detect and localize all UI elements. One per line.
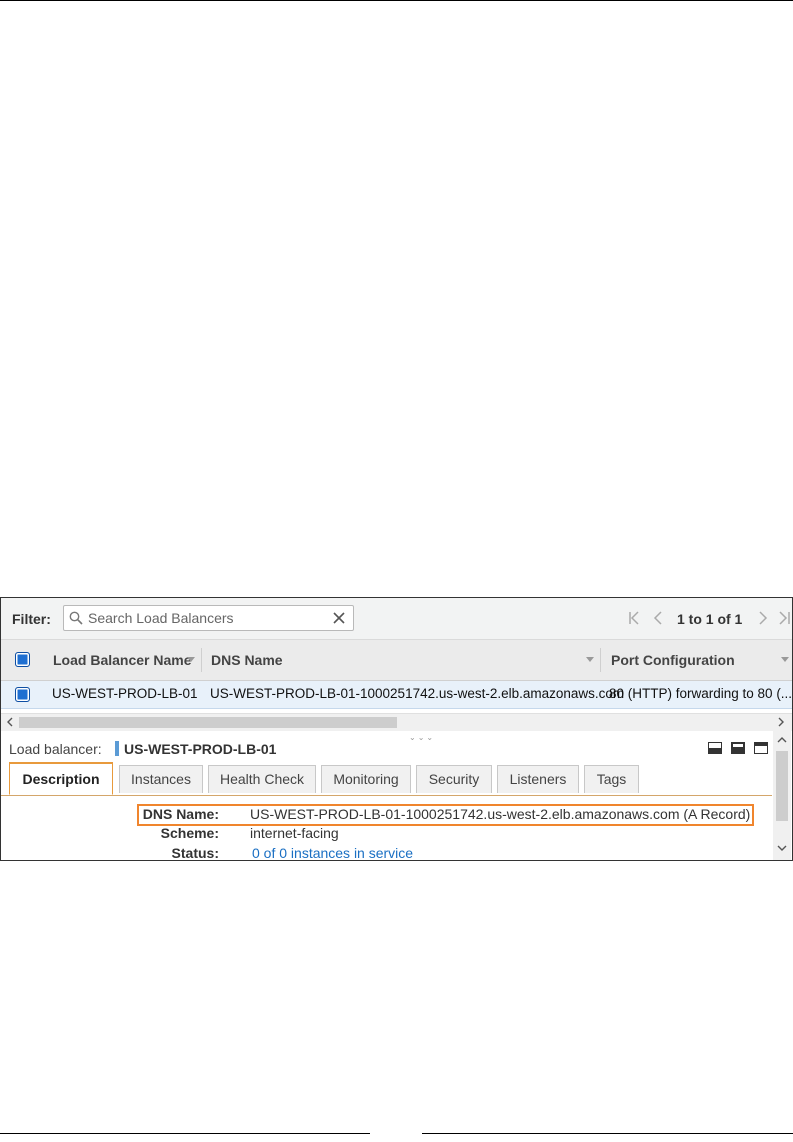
tab-description[interactable]: Description xyxy=(9,762,113,795)
table-row[interactable]: US-WEST-PROD-LB-01 US-WEST-PROD-LB-01-10… xyxy=(1,681,792,709)
tab-security[interactable]: Security xyxy=(416,765,492,793)
tab-health-check[interactable]: Health Check xyxy=(208,765,316,793)
column-divider xyxy=(600,648,601,672)
next-page-icon[interactable] xyxy=(755,610,771,626)
detail-title-name: US-WEST-PROD-LB-01 xyxy=(124,741,277,757)
page-top-rule xyxy=(0,0,793,1)
title-accent-bar xyxy=(115,741,119,756)
full-panel-view-icon[interactable] xyxy=(754,742,768,754)
load-balancer-console: Filter: 1 to 1 of 1 xyxy=(0,597,793,861)
vertical-scrollbar[interactable] xyxy=(773,731,791,860)
previous-page-icon[interactable] xyxy=(651,610,667,626)
column-header-dns[interactable]: DNS Name xyxy=(211,652,283,668)
sort-caret-icon[interactable] xyxy=(781,657,789,662)
detail-title-label: Load balancer: xyxy=(9,741,102,757)
detail-pane: ⌄⌄⌄ Load balancer: US-WEST-PROD-LB-01 De… xyxy=(1,731,792,860)
filter-bar: Filter: 1 to 1 of 1 xyxy=(1,598,792,640)
dns-name-value: US-WEST-PROD-LB-01-1000251742.us-west-2.… xyxy=(250,806,751,822)
pagination-text: 1 to 1 of 1 xyxy=(677,611,743,627)
scroll-down-icon[interactable] xyxy=(776,843,788,853)
status-label: Status: xyxy=(171,845,219,861)
status-link[interactable]: 0 of 0 instances in service xyxy=(252,845,413,860)
search-input[interactable] xyxy=(88,609,328,627)
search-box[interactable] xyxy=(63,605,354,631)
table-header: Load Balancer Name DNS Name Port Configu… xyxy=(1,640,792,681)
tab-tags[interactable]: Tags xyxy=(584,765,639,793)
horizontal-scrollbar[interactable] xyxy=(1,713,792,731)
filter-label: Filter: xyxy=(12,611,51,627)
row-lb-name: US-WEST-PROD-LB-01 xyxy=(52,686,198,701)
detail-tabs: Description Instances Health Check Monit… xyxy=(1,762,772,796)
dns-name-label: DNS Name: xyxy=(142,806,219,822)
tab-monitoring[interactable]: Monitoring xyxy=(321,765,411,793)
scroll-right-icon[interactable] xyxy=(775,716,787,728)
first-page-icon[interactable] xyxy=(627,610,643,626)
last-page-icon[interactable] xyxy=(776,610,792,626)
clear-search-icon[interactable] xyxy=(331,610,347,626)
row-checkbox[interactable] xyxy=(15,687,30,702)
column-divider xyxy=(201,648,202,672)
tab-listeners[interactable]: Listeners xyxy=(497,765,579,793)
sort-caret-icon[interactable] xyxy=(187,657,195,662)
resize-grip-icon[interactable]: ⌄⌄⌄ xyxy=(409,733,435,742)
scheme-label: Scheme: xyxy=(160,825,219,841)
scroll-left-icon[interactable] xyxy=(4,716,16,728)
split-panel-view-icon[interactable] xyxy=(731,742,745,754)
row-port-config: 80 (HTTP) forwarding to 80 (... xyxy=(609,686,793,701)
scrollbar-thumb[interactable] xyxy=(19,717,397,728)
select-all-checkbox[interactable] xyxy=(15,652,30,667)
scheme-value: internet-facing xyxy=(250,825,339,841)
tab-instances[interactable]: Instances xyxy=(119,765,203,793)
sort-caret-icon[interactable] xyxy=(586,657,594,662)
scrollbar-thumb[interactable] xyxy=(776,751,788,821)
footer-rule-left xyxy=(0,1133,370,1134)
footer-rule-right xyxy=(422,1133,793,1134)
column-header-name[interactable]: Load Balancer Name xyxy=(53,652,192,668)
scroll-up-icon[interactable] xyxy=(776,735,788,745)
column-header-port[interactable]: Port Configuration xyxy=(611,652,735,668)
row-dns-name: US-WEST-PROD-LB-01-1000251742.us-west-2.… xyxy=(210,686,625,701)
bottom-panel-view-icon[interactable] xyxy=(708,742,722,754)
search-icon xyxy=(69,611,83,625)
